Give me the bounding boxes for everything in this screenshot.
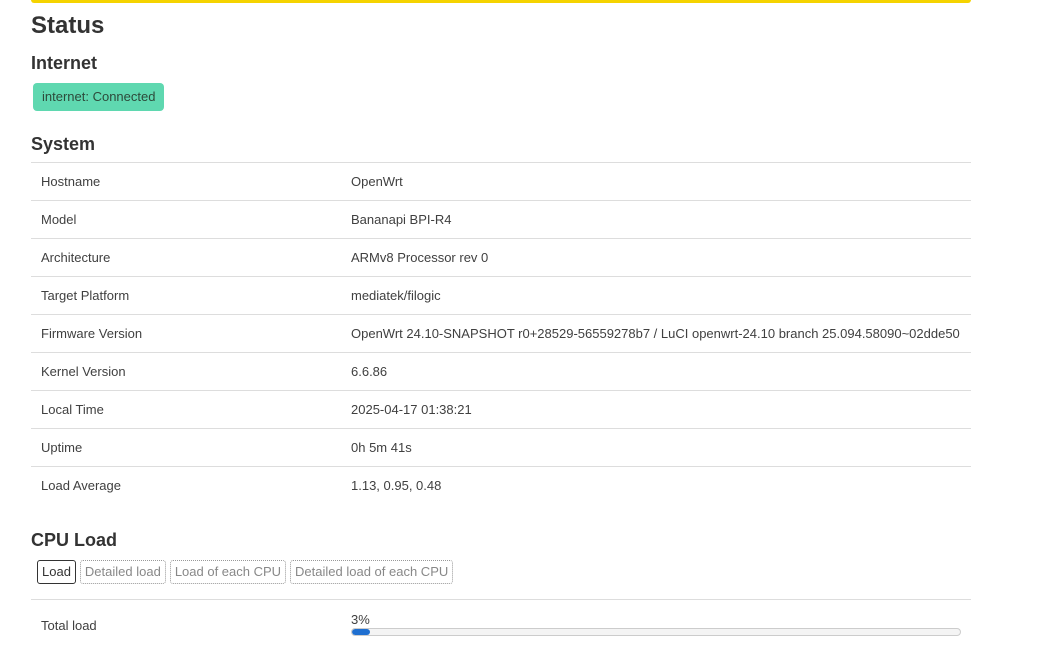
page-title: Status: [31, 12, 105, 39]
row-value-load-average: 1.13, 0.95, 0.48: [351, 478, 442, 493]
row-value-kernel-version: 6.6.86: [351, 364, 388, 379]
row-value-hostname: OpenWrt: [351, 174, 403, 189]
row-key-model: Model: [41, 212, 77, 227]
total-load-row: Total load 3%: [31, 599, 971, 650]
table-row: Kernel Version 6.6.86: [31, 352, 971, 390]
row-value-model: Bananapi BPI-R4: [351, 212, 452, 227]
row-key-target-platform: Target Platform: [41, 288, 130, 303]
internet-heading: Internet: [31, 53, 98, 73]
header-accent-stripe: [31, 0, 971, 3]
table-row: Local Time 2025-04-17 01:38:21: [31, 390, 971, 428]
row-value-architecture: ARMv8 Processor rev 0: [351, 250, 489, 265]
row-key-architecture: Architecture: [41, 250, 111, 265]
table-row: Hostname OpenWrt: [31, 162, 971, 200]
table-row: Uptime 0h 5m 41s: [31, 428, 971, 466]
internet-status-badge: internet: Connected: [33, 83, 165, 111]
tab-load[interactable]: Load: [37, 560, 76, 584]
cpu-load-heading: CPU Load: [31, 530, 118, 550]
cpu-load-tabs: Load Detailed load Load of each CPU Deta…: [37, 560, 454, 584]
tab-detailed-load[interactable]: Detailed load: [79, 560, 166, 584]
row-value-firmware-version: OpenWrt 24.10-SNAPSHOT r0+28529-56559278…: [351, 326, 960, 341]
row-key-uptime: Uptime: [41, 440, 83, 455]
row-key-load-average: Load Average: [41, 478, 121, 493]
table-row: Target Platform mediatek/filogic: [31, 276, 971, 314]
row-key-firmware-version: Firmware Version: [41, 326, 143, 341]
table-row: Model Bananapi BPI-R4: [31, 200, 971, 238]
tab-load-of-each-cpu[interactable]: Load of each CPU: [169, 560, 287, 584]
system-info-table: Hostname OpenWrt Model Bananapi BPI-R4 A…: [31, 162, 971, 504]
table-row: Architecture ARMv8 Processor rev 0: [31, 238, 971, 276]
row-key-local-time: Local Time: [41, 402, 104, 417]
total-load-progress-bar: [351, 628, 961, 636]
table-row: Load Average 1.13, 0.95, 0.48: [31, 466, 971, 504]
row-key-hostname: Hostname: [41, 174, 101, 189]
row-value-uptime: 0h 5m 41s: [351, 440, 412, 455]
total-load-label: Total load: [41, 618, 97, 633]
tab-detailed-load-of-each-cpu[interactable]: Detailed load of each CPU: [290, 560, 454, 584]
row-value-local-time: 2025-04-17 01:38:21: [351, 402, 472, 417]
row-value-target-platform: mediatek/filogic: [351, 288, 441, 303]
total-load-percent: 3%: [351, 612, 370, 627]
row-key-kernel-version: Kernel Version: [41, 364, 126, 379]
total-load-progress-fill: [352, 629, 371, 635]
table-row: Firmware Version OpenWrt 24.10-SNAPSHOT …: [31, 314, 971, 352]
system-heading: System: [31, 134, 96, 154]
status-page: Status Internet internet: Connected Syst…: [0, 0, 1056, 659]
